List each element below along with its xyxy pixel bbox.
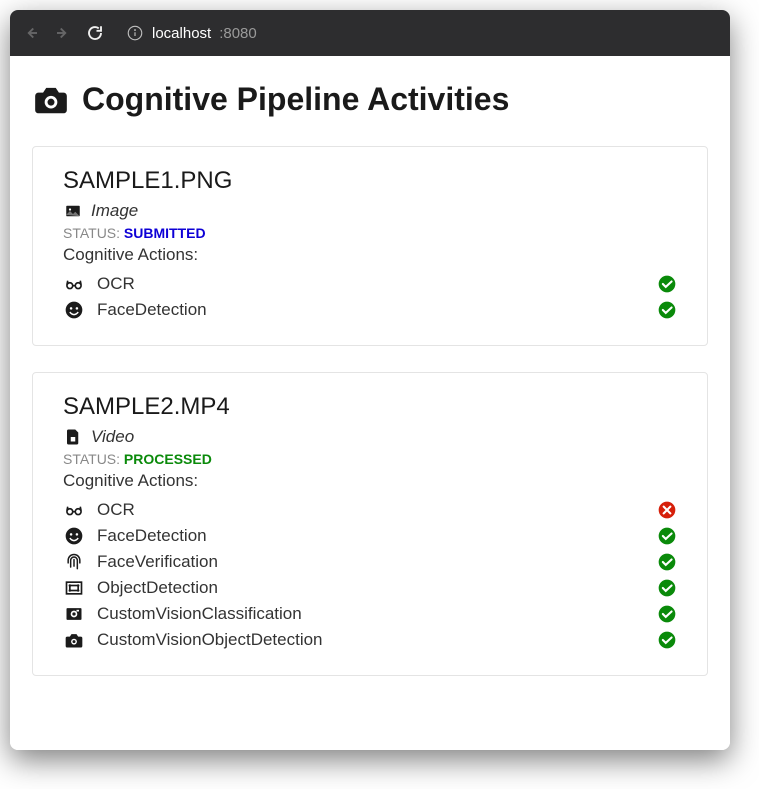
face-icon (63, 300, 85, 320)
status-label: STATUS: (63, 225, 120, 241)
action-label: FaceVerification (97, 552, 645, 572)
media-type-label: Image (91, 201, 138, 221)
url-port: :8080 (219, 25, 257, 42)
action-row: CustomVisionClassification (63, 601, 677, 627)
status-row: STATUS: SUBMITTED (63, 225, 677, 241)
address-bar[interactable]: localhost :8080 (126, 24, 257, 42)
browser-window: localhost :8080 Cognitive Pipeline Activi… (10, 10, 730, 750)
status-value: SUBMITTED (120, 225, 206, 241)
glasses-icon (63, 274, 85, 294)
action-row: OCR (63, 497, 677, 523)
action-label: FaceDetection (97, 526, 645, 546)
video-file-icon (63, 428, 83, 446)
x-circle-icon (657, 500, 677, 520)
action-row: FaceDetection (63, 297, 677, 323)
activity-card: SAMPLE1.PNG Image STATUS: SUBMITTED Cogniti… (32, 146, 708, 346)
glasses-icon (63, 500, 85, 520)
cognitive-actions-label: Cognitive Actions: (63, 245, 677, 265)
action-label: ObjectDetection (97, 578, 645, 598)
page-title: Cognitive Pipeline Activities (82, 81, 509, 118)
forward-button-icon[interactable] (54, 24, 72, 42)
cognitive-actions-label: Cognitive Actions: (63, 471, 677, 491)
check-circle-icon (657, 526, 677, 546)
url-host: localhost (152, 25, 211, 42)
camera-detect-icon (63, 630, 85, 650)
action-row: OCR (63, 271, 677, 297)
action-row: FaceDetection (63, 523, 677, 549)
camera-classify-icon (63, 604, 85, 624)
check-circle-icon (657, 604, 677, 624)
fingerprint-icon (63, 552, 85, 572)
action-label: CustomVisionClassification (97, 604, 645, 624)
status-row: STATUS: PROCESSED (63, 451, 677, 467)
media-type-row: Image (63, 201, 677, 221)
camera-icon (32, 80, 70, 118)
action-label: FaceDetection (97, 300, 645, 320)
action-row: ObjectDetection (63, 575, 677, 601)
media-type-row: Video (63, 427, 677, 447)
check-circle-icon (657, 578, 677, 598)
action-row: FaceVerification (63, 549, 677, 575)
check-circle-icon (657, 300, 677, 320)
action-label: OCR (97, 500, 645, 520)
page-body: Cognitive Pipeline Activities SAMPLE1.PN… (10, 56, 730, 750)
face-icon (63, 526, 85, 546)
page-header: Cognitive Pipeline Activities (32, 80, 708, 118)
card-title: SAMPLE1.PNG (63, 167, 677, 195)
check-circle-icon (657, 630, 677, 650)
action-label: CustomVisionObjectDetection (97, 630, 645, 650)
action-row: CustomVisionObjectDetection (63, 627, 677, 653)
browser-toolbar: localhost :8080 (10, 10, 730, 56)
action-label: OCR (97, 274, 645, 294)
status-label: STATUS: (63, 451, 120, 467)
object-icon (63, 578, 85, 598)
back-button-icon[interactable] (22, 24, 40, 42)
site-info-icon[interactable] (126, 24, 144, 42)
check-circle-icon (657, 552, 677, 572)
reload-button-icon[interactable] (86, 24, 104, 42)
activity-card: SAMPLE2.MP4 Video STATUS: PROCESSED Cogniti… (32, 372, 708, 676)
image-icon (63, 202, 83, 220)
card-title: SAMPLE2.MP4 (63, 393, 677, 421)
check-circle-icon (657, 274, 677, 294)
status-value: PROCESSED (120, 451, 212, 467)
media-type-label: Video (91, 427, 134, 447)
